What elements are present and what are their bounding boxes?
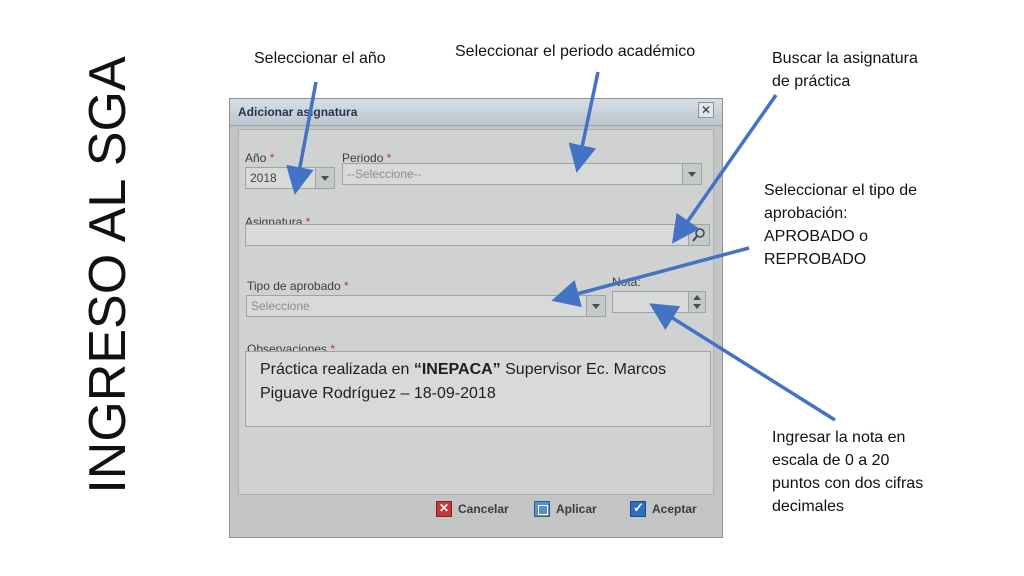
arrow-approval xyxy=(551,246,750,308)
arrow-year xyxy=(286,81,318,195)
annotation-arrows xyxy=(286,71,836,422)
arrow-subject xyxy=(671,93,778,244)
arrow-period xyxy=(568,71,600,173)
arrow-grade xyxy=(649,303,836,422)
